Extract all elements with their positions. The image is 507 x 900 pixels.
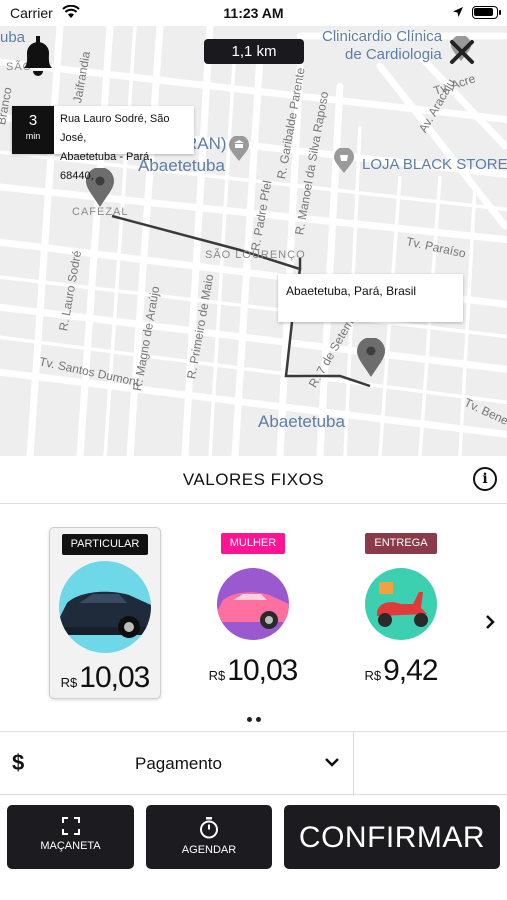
price-value: 9,42 <box>383 654 438 687</box>
option-tag: PARTICULAR <box>61 534 149 555</box>
option-tag: MULHER <box>220 533 286 554</box>
stopwatch-icon <box>200 817 218 839</box>
pink-car-icon <box>217 568 289 640</box>
option-price: R$10,03 <box>197 654 309 688</box>
museum-pin-icon[interactable] <box>229 136 249 162</box>
scooter-icon <box>365 568 437 640</box>
payment-divider <box>353 732 354 796</box>
page-indicator <box>0 709 507 727</box>
currency-label: R$ <box>208 668 226 683</box>
option-card-mulher[interactable]: MULHER R$10,03 <box>197 527 309 699</box>
map-label-clinic-2: de Cardiologia <box>345 46 442 63</box>
expand-icon <box>61 817 80 835</box>
chevron-down-icon[interactable] <box>324 756 340 768</box>
shopping-pin-icon[interactable] <box>334 148 354 174</box>
map-label-store: LOJA BLACK STORE <box>362 156 507 173</box>
page-dot <box>246 717 252 722</box>
payment-label: Pagamento <box>135 754 222 773</box>
price-value: 10,03 <box>227 654 298 687</box>
clock: 11:23 AM <box>223 5 284 21</box>
map-label-clinic: Clinicardio Clínica <box>322 28 443 45</box>
price-value: 10,03 <box>79 661 150 694</box>
handle-button-label: MAÇANETA <box>40 840 101 852</box>
payment-selector[interactable]: $ Pagamento <box>0 731 507 796</box>
car-icon <box>59 561 151 653</box>
schedule-button[interactable]: AGENDAR <box>146 805 272 869</box>
map-label-city-bottom: Abaetetuba <box>258 412 345 431</box>
eta-minutes: 3 min <box>12 106 54 154</box>
notification-bell-icon[interactable] <box>20 36 56 78</box>
close-icon[interactable] <box>448 38 476 66</box>
chevron-right-icon[interactable] <box>484 613 496 631</box>
fixed-values-title: VALORES FIXOS <box>182 470 325 489</box>
origin-address: Rua Lauro Sodré, São José, Abaetetuba - … <box>54 106 194 182</box>
schedule-button-label: AGENDAR <box>181 844 237 856</box>
option-card-entrega[interactable]: ENTREGA R$9,42 <box>345 527 457 699</box>
distance-badge: 1,1 km <box>204 39 304 64</box>
info-icon[interactable]: i <box>473 467 497 491</box>
handle-button[interactable]: MAÇANETA <box>7 805 134 869</box>
option-price: R$10,03 <box>50 661 160 695</box>
currency-label: R$ <box>60 675 78 690</box>
destination-callout[interactable]: Abaetetuba, Pará, Brasil <box>278 274 463 322</box>
battery-icon <box>472 6 501 19</box>
origin-eta-callout[interactable]: 3 min Rua Lauro Sodré, São José, Abaetet… <box>12 106 194 182</box>
origin-address-line1: Rua Lauro Sodré, São José, <box>60 113 170 144</box>
currency-label: R$ <box>364 668 382 683</box>
ride-options-carousel[interactable]: PARTICULAR R$10,03 MULHER R$10,03 ENTREG… <box>0 505 507 730</box>
eta-unit: min <box>25 131 41 141</box>
eta-value: 3 <box>28 112 38 129</box>
status-bar: Carrier 11:23 AM <box>0 0 507 26</box>
location-arrow-icon <box>453 7 463 17</box>
page-dot <box>255 717 261 722</box>
fixed-values-header: VALORES FIXOS i <box>0 456 507 504</box>
confirm-button-label: CONFIRMAR <box>298 821 486 854</box>
option-tag: ENTREGA <box>365 533 437 554</box>
destination-pin-icon[interactable] <box>357 338 385 378</box>
option-card-particular[interactable]: PARTICULAR R$10,03 <box>49 527 161 699</box>
confirm-button[interactable]: CONFIRMAR <box>284 805 500 869</box>
option-price: R$9,42 <box>345 654 457 688</box>
dollar-icon: $ <box>12 750 25 775</box>
map-view[interactable]: Clinicardio Clínica de Cardiologia Abaet… <box>0 26 507 456</box>
